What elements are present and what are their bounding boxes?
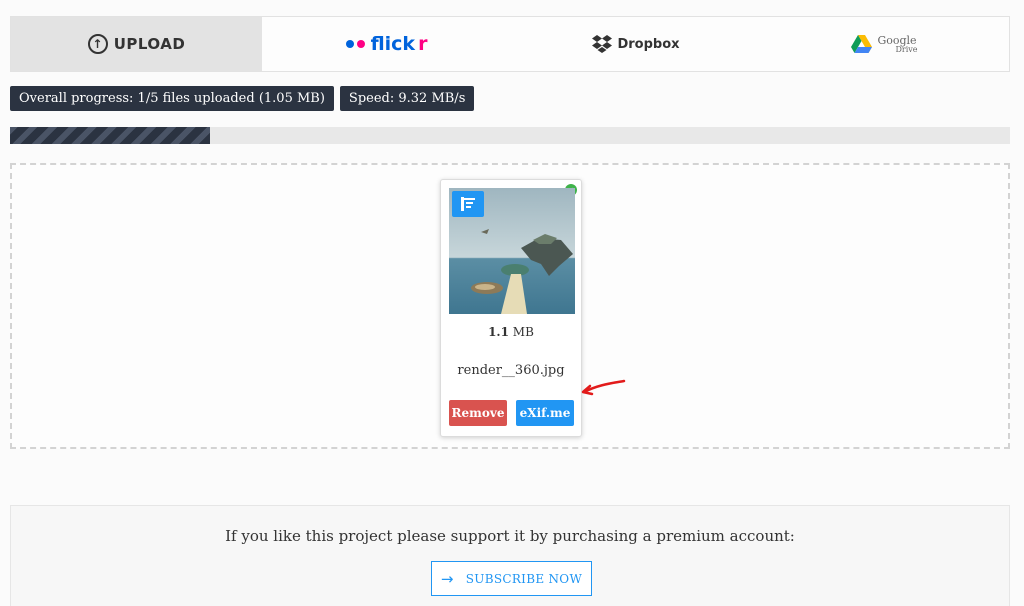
google-drive-icon — [851, 35, 873, 53]
drive-label: Drive — [895, 44, 918, 54]
dropbox-label: Dropbox — [617, 36, 680, 52]
tab-flickr[interactable]: flick r — [262, 17, 511, 71]
arrow-right-icon: → — [440, 569, 454, 588]
tab-google-drive[interactable]: Google Drive — [760, 17, 1009, 71]
overall-progress-badge: Overall progress: 1/5 files uploaded (1.… — [10, 86, 334, 111]
subscribe-label: SUBSCRIBE NOW — [465, 571, 583, 586]
remove-button[interactable]: Remove — [449, 400, 507, 426]
progress-bar — [10, 127, 1010, 144]
flickr-icon — [345, 40, 354, 48]
tab-upload-label: UPLOAD — [113, 35, 186, 53]
flickr-logo: flick r — [345, 33, 428, 55]
image-tools-button[interactable] — [452, 191, 484, 217]
flickr-label: flick — [370, 33, 416, 55]
file-size-unit: MB — [512, 325, 534, 339]
dropbox-logo: Dropbox — [591, 34, 680, 54]
file-name: render__360.jpg — [457, 363, 565, 378]
support-section: If you like this project please support … — [10, 505, 1010, 606]
upload-icon: ↑ — [87, 34, 108, 54]
dropbox-icon — [592, 35, 613, 53]
tab-dropbox[interactable]: Dropbox — [511, 17, 760, 71]
exif-button[interactable]: eXif.me — [516, 400, 574, 426]
support-text: If you like this project please support … — [225, 527, 795, 545]
image-tools-icon — [461, 197, 475, 211]
upload-status: Overall progress: 1/5 files uploaded (1.… — [10, 86, 475, 111]
file-size-value: 1.1 — [488, 325, 509, 339]
file-card: ✓ — [440, 179, 582, 437]
google-drive-logo: Google Drive — [851, 33, 918, 54]
progress-bar-fill — [10, 127, 210, 144]
tab-upload[interactable]: ↑ UPLOAD — [11, 17, 262, 71]
red-arrow-annotation — [581, 379, 626, 396]
subscribe-button[interactable]: → SUBSCRIBE NOW — [431, 561, 592, 596]
file-size: 1.1 MB — [441, 325, 581, 339]
provider-tabs: ↑ UPLOAD flick r Dropbox Google Drive — [10, 16, 1010, 72]
google-label: Google — [877, 33, 917, 47]
flickr-label-r: r — [418, 33, 428, 55]
speed-badge: Speed: 9.32 MB/s — [339, 86, 475, 111]
dropzone[interactable]: ✓ — [10, 163, 1010, 449]
